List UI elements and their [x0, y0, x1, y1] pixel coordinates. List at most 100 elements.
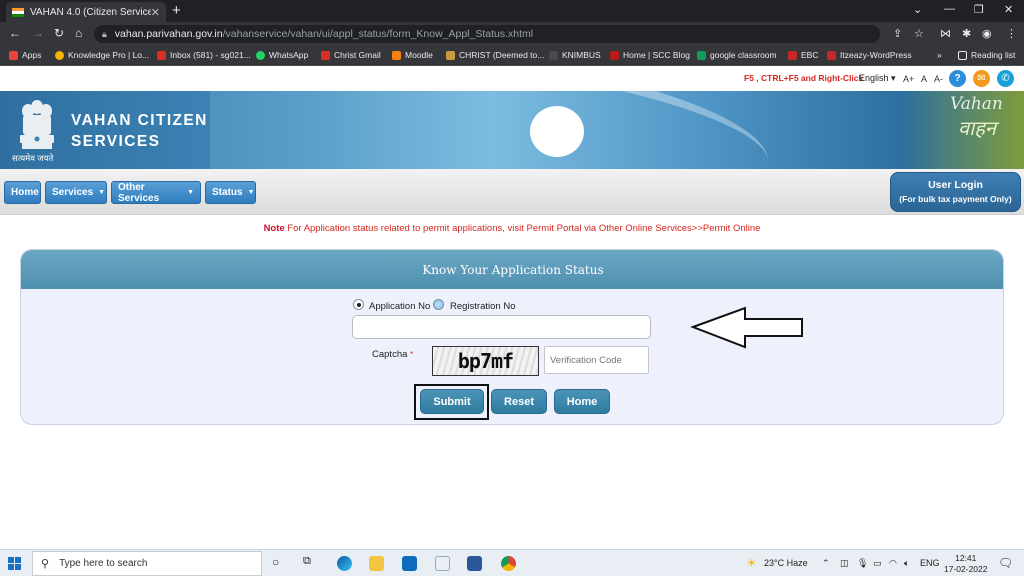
note-label: Note: [263, 223, 285, 234]
bookmarks-bar: Apps Knowledge Pro | Lo... Inbox (581) -…: [0, 46, 1024, 66]
bookmark-moodle[interactable]: Moodle: [392, 50, 433, 60]
verification-code-input[interactable]: [544, 346, 649, 374]
captcha-image: bp7mf: [432, 346, 539, 376]
puzzle-icon[interactable]: ✱: [962, 27, 971, 40]
bookmark-inbox[interactable]: Inbox (581) - sg021...: [157, 50, 251, 60]
mail-app-icon[interactable]: [402, 556, 417, 571]
font-decrease-button[interactable]: A-: [934, 74, 943, 84]
home-icon[interactable]: ⌂: [75, 26, 82, 40]
url-path: /vahanservice/vahan/ui/appl_status/form_…: [222, 28, 534, 40]
language-select[interactable]: English ▾: [859, 73, 896, 84]
minimize-icon[interactable]: —: [944, 3, 955, 15]
mail-icon[interactable]: ✉: [973, 70, 990, 87]
search-placeholder: Type here to search: [59, 558, 148, 569]
bookmark-apps[interactable]: Apps: [9, 50, 41, 60]
vahan-logo-hindi: वाहन: [958, 116, 997, 140]
menu-status[interactable]: Status ▼: [205, 181, 256, 204]
font-normal-button[interactable]: A: [921, 74, 927, 84]
submit-highlight-box: [414, 384, 489, 420]
bookmark-label: KNIMBUS: [562, 50, 601, 60]
header-banner: सत्यमेव जयते VAHAN CITIZEN SERVICES Vaha…: [0, 91, 1024, 169]
reading-list[interactable]: Reading list: [958, 50, 1015, 60]
required-mark: *: [410, 350, 414, 359]
radio-registration-no[interactable]: [433, 299, 444, 310]
menu-services-label: Services: [52, 187, 94, 198]
clock-date: 17-02-2022: [944, 564, 988, 574]
menu-kebab-icon[interactable]: ⋮: [1006, 27, 1017, 40]
more-bookmarks-icon[interactable]: »: [937, 50, 942, 60]
paint-icon[interactable]: [435, 556, 450, 571]
back-icon[interactable]: ←: [9, 26, 21, 40]
windows-start-icon[interactable]: [8, 557, 21, 570]
url-field[interactable]: 🔒︎ vahan.parivahan.gov.in /vahanservice/…: [94, 25, 880, 43]
file-explorer-icon[interactable]: [369, 556, 384, 571]
bookmark-google-classroom[interactable]: google classroom: [697, 50, 777, 60]
bookmark-knimbus[interactable]: KNIMBUS: [549, 50, 601, 60]
gmail-icon: [157, 50, 166, 60]
reload-icon[interactable]: ↻: [54, 26, 64, 40]
wordpress-icon: [827, 50, 836, 60]
bookmark-label: Inbox (581) - sg021...: [170, 50, 251, 60]
system-clock[interactable]: 12:41 17-02-2022: [944, 553, 987, 575]
extension-icon[interactable]: ⋈: [940, 27, 951, 40]
bookmark-star-icon[interactable]: ☆: [914, 27, 924, 40]
wifi-icon[interactable]: ◠: [889, 558, 897, 569]
help-icon[interactable]: ?: [949, 70, 966, 87]
taskbar-search[interactable]: ⚲ Type here to search: [32, 551, 262, 576]
close-tab-icon[interactable]: ✕: [151, 6, 160, 19]
notifications-icon[interactable]: 🗨︎: [998, 556, 1013, 570]
bookmark-label: Christ Gmail: [334, 50, 381, 60]
bookmark-label: Itzeazy-WordPress: [840, 50, 912, 60]
caret-down-icon: ▼: [98, 189, 106, 196]
captcha-label-text: Captcha: [372, 349, 408, 360]
application-number-input[interactable]: [352, 315, 651, 339]
microphone-icon[interactable]: 🎙︎: [857, 558, 868, 569]
bookmark-ebc[interactable]: EBC: [788, 50, 818, 60]
menu-services[interactable]: Services ▼: [45, 181, 107, 204]
weather-text[interactable]: 23°C Haze: [764, 558, 808, 568]
new-tab-button[interactable]: +: [172, 2, 181, 19]
chrome-icon[interactable]: [501, 556, 516, 571]
classroom-icon: [697, 50, 706, 60]
menu-home[interactable]: Home: [4, 181, 41, 204]
tab-search-icon[interactable]: ⌄: [913, 3, 922, 16]
bookmark-label: Home | SCC Blog: [623, 50, 690, 60]
volume-icon[interactable]: 🔈︎: [904, 558, 909, 569]
language-value: English: [859, 73, 889, 83]
bookmark-scc-blog[interactable]: Home | SCC Blog: [610, 50, 690, 60]
input-language[interactable]: ENG: [920, 558, 940, 568]
profile-avatar-icon[interactable]: ◉: [982, 27, 992, 40]
caret-down-icon: ▼: [187, 189, 194, 196]
bookmark-christ-gmail[interactable]: Christ Gmail: [321, 50, 381, 60]
font-increase-button[interactable]: A+: [903, 74, 914, 84]
share-icon[interactable]: ⇪: [893, 27, 902, 40]
task-view-icon[interactable]: ⧉: [303, 555, 311, 568]
bookmark-itzeazy[interactable]: Itzeazy-WordPress: [827, 50, 912, 60]
edge-icon[interactable]: [337, 556, 352, 571]
site-title: VAHAN CITIZEN SERVICES: [71, 110, 208, 152]
close-window-icon[interactable]: ✕: [1004, 3, 1013, 16]
battery-icon[interactable]: ▭: [873, 558, 882, 569]
tray-chevron-icon[interactable]: ⌃: [822, 558, 830, 569]
forward-icon[interactable]: →: [32, 26, 44, 40]
meet-icon[interactable]: ◫: [840, 558, 849, 569]
bookmark-whatsapp[interactable]: WhatsApp: [256, 50, 308, 60]
radio-application-no[interactable]: [353, 299, 364, 310]
cortana-icon[interactable]: ○: [272, 555, 279, 569]
tab-title: VAHAN 4.0 (Citizen Services): [30, 6, 151, 18]
browser-tab[interactable]: VAHAN 4.0 (Citizen Services) ✕: [6, 2, 166, 22]
bookmark-christ-deemed[interactable]: CHRIST (Deemed to...: [446, 50, 544, 60]
site-title-line2: SERVICES: [71, 133, 161, 150]
address-bar-row: ← → ↻ ⌂ 🔒︎ vahan.parivahan.gov.in /vahan…: [0, 22, 1024, 46]
utility-strip: F5 , CTRL+F5 and Right-Click English ▾ A…: [0, 67, 1024, 91]
phone-icon[interactable]: ✆: [997, 70, 1014, 87]
restore-icon[interactable]: ❐: [974, 3, 984, 16]
reading-list-label: Reading list: [971, 50, 1016, 60]
home-button[interactable]: Home: [554, 389, 610, 414]
bookmark-knowledge-pro[interactable]: Knowledge Pro | Lo...: [55, 50, 149, 60]
word-icon[interactable]: [467, 556, 482, 571]
user-login-button[interactable]: User Login (For bulk tax payment Only): [890, 172, 1021, 212]
reset-button[interactable]: Reset: [491, 389, 547, 414]
windows-taskbar: ⚲ Type here to search ○ ⧉ ☀ 23°C Haze ⌃ ◫…: [0, 549, 1024, 576]
menu-other-services[interactable]: Other Services ▼: [111, 181, 201, 204]
